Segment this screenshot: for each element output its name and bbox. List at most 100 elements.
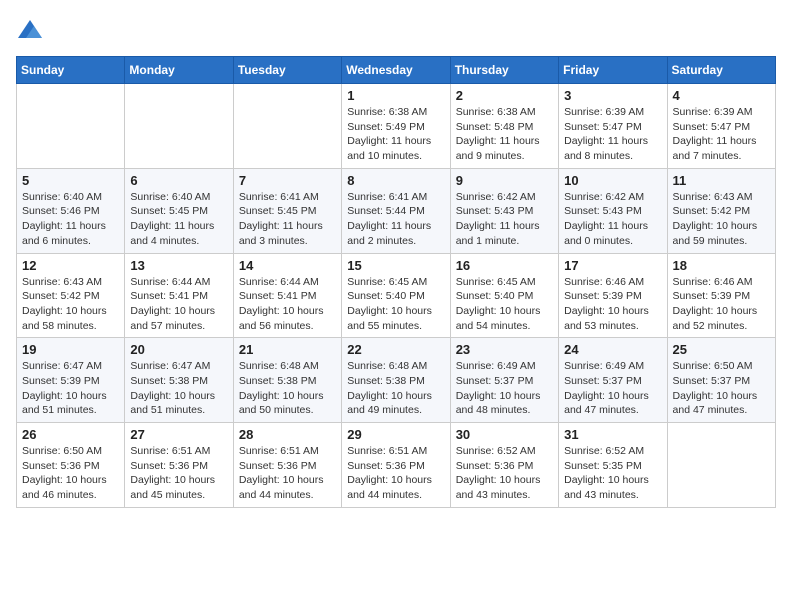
day-info: Sunrise: 6:48 AM Sunset: 5:38 PM Dayligh… <box>347 359 444 418</box>
calendar-cell: 5Sunrise: 6:40 AM Sunset: 5:46 PM Daylig… <box>17 168 125 253</box>
day-number: 2 <box>456 88 553 103</box>
calendar-cell: 29 Sunrise: 6:51 AM Sunset: 5:36 PM Dayli… <box>342 423 450 508</box>
day-number: 29 <box>347 427 444 442</box>
day-info: Sunrise: 6:51 AM Sunset: 5:36 PM Dayligh… <box>347 444 444 503</box>
day-info: Sunrise: 6:42 AM Sunset: 5:43 PM Dayligh… <box>456 190 553 249</box>
day-info: Sunrise: 6:38 AM Sunset: 5:48 PM Dayligh… <box>456 105 553 164</box>
logo-icon <box>16 16 44 44</box>
day-info: Sunrise: 6:47 AM Sunset: 5:39 PM Dayligh… <box>22 359 119 418</box>
calendar-cell: 17 Sunrise: 6:46 AM Sunset: 5:39 PM Dayli… <box>559 253 667 338</box>
day-number: 10 <box>564 173 661 188</box>
day-number: 1 <box>347 88 444 103</box>
day-number: 17 <box>564 258 661 273</box>
calendar-cell: 6Sunrise: 6:40 AM Sunset: 5:45 PM Daylig… <box>125 168 233 253</box>
calendar-cell: 13Sunrise: 6:44 AM Sunset: 5:41 PM Dayli… <box>125 253 233 338</box>
calendar-cell: 10 Sunrise: 6:42 AM Sunset: 5:43 PM Dayli… <box>559 168 667 253</box>
calendar-cell: 28 Sunrise: 6:51 AM Sunset: 5:36 PM Dayli… <box>233 423 341 508</box>
day-info: Sunrise: 6:38 AM Sunset: 5:49 PM Dayligh… <box>347 105 444 164</box>
calendar-table: SundayMondayTuesdayWednesdayThursdayFrid… <box>16 56 776 508</box>
day-number: 7 <box>239 173 336 188</box>
day-number: 8 <box>347 173 444 188</box>
day-number: 15 <box>347 258 444 273</box>
day-number: 3 <box>564 88 661 103</box>
calendar-cell <box>17 84 125 169</box>
calendar-cell: 2 Sunrise: 6:38 AM Sunset: 5:48 PM Daylig… <box>450 84 558 169</box>
calendar-cell: 22 Sunrise: 6:48 AM Sunset: 5:38 PM Dayli… <box>342 338 450 423</box>
calendar-cell: 18 Sunrise: 6:46 AM Sunset: 5:39 PM Dayli… <box>667 253 775 338</box>
day-number: 11 <box>673 173 770 188</box>
calendar-cell: 15 Sunrise: 6:45 AM Sunset: 5:40 PM Dayli… <box>342 253 450 338</box>
day-info: Sunrise: 6:49 AM Sunset: 5:37 PM Dayligh… <box>456 359 553 418</box>
calendar-week-3: 12Sunrise: 6:43 AM Sunset: 5:42 PM Dayli… <box>17 253 776 338</box>
day-info: Sunrise: 6:40 AM Sunset: 5:45 PM Dayligh… <box>130 190 227 249</box>
col-header-wednesday: Wednesday <box>342 57 450 84</box>
day-info: Sunrise: 6:49 AM Sunset: 5:37 PM Dayligh… <box>564 359 661 418</box>
calendar-cell: 16 Sunrise: 6:45 AM Sunset: 5:40 PM Dayli… <box>450 253 558 338</box>
day-info: Sunrise: 6:44 AM Sunset: 5:41 PM Dayligh… <box>130 275 227 334</box>
calendar-cell: 12Sunrise: 6:43 AM Sunset: 5:42 PM Dayli… <box>17 253 125 338</box>
day-number: 21 <box>239 342 336 357</box>
calendar-cell: 1 Sunrise: 6:38 AM Sunset: 5:49 PM Daylig… <box>342 84 450 169</box>
day-number: 25 <box>673 342 770 357</box>
calendar-cell: 19 Sunrise: 6:47 AM Sunset: 5:39 PM Dayli… <box>17 338 125 423</box>
calendar-header-row: SundayMondayTuesdayWednesdayThursdayFrid… <box>17 57 776 84</box>
day-number: 20 <box>130 342 227 357</box>
day-number: 22 <box>347 342 444 357</box>
page-header <box>16 16 776 44</box>
calendar-cell: 27 Sunrise: 6:51 AM Sunset: 5:36 PM Dayli… <box>125 423 233 508</box>
calendar-week-5: 26 Sunrise: 6:50 AM Sunset: 5:36 PM Dayli… <box>17 423 776 508</box>
day-number: 31 <box>564 427 661 442</box>
day-number: 26 <box>22 427 119 442</box>
calendar-cell: 3 Sunrise: 6:39 AM Sunset: 5:47 PM Daylig… <box>559 84 667 169</box>
day-info: Sunrise: 6:52 AM Sunset: 5:36 PM Dayligh… <box>456 444 553 503</box>
day-number: 30 <box>456 427 553 442</box>
day-number: 18 <box>673 258 770 273</box>
day-info: Sunrise: 6:39 AM Sunset: 5:47 PM Dayligh… <box>673 105 770 164</box>
day-info: Sunrise: 6:41 AM Sunset: 5:44 PM Dayligh… <box>347 190 444 249</box>
calendar-cell: 21Sunrise: 6:48 AM Sunset: 5:38 PM Dayli… <box>233 338 341 423</box>
calendar-cell <box>233 84 341 169</box>
calendar-cell <box>125 84 233 169</box>
col-header-friday: Friday <box>559 57 667 84</box>
day-info: Sunrise: 6:41 AM Sunset: 5:45 PM Dayligh… <box>239 190 336 249</box>
day-info: Sunrise: 6:42 AM Sunset: 5:43 PM Dayligh… <box>564 190 661 249</box>
day-number: 16 <box>456 258 553 273</box>
calendar-week-2: 5Sunrise: 6:40 AM Sunset: 5:46 PM Daylig… <box>17 168 776 253</box>
day-info: Sunrise: 6:44 AM Sunset: 5:41 PM Dayligh… <box>239 275 336 334</box>
day-info: Sunrise: 6:46 AM Sunset: 5:39 PM Dayligh… <box>564 275 661 334</box>
day-info: Sunrise: 6:43 AM Sunset: 5:42 PM Dayligh… <box>673 190 770 249</box>
calendar-cell: 30 Sunrise: 6:52 AM Sunset: 5:36 PM Dayli… <box>450 423 558 508</box>
col-header-monday: Monday <box>125 57 233 84</box>
day-number: 14 <box>239 258 336 273</box>
day-number: 28 <box>239 427 336 442</box>
day-info: Sunrise: 6:40 AM Sunset: 5:46 PM Dayligh… <box>22 190 119 249</box>
day-number: 4 <box>673 88 770 103</box>
day-info: Sunrise: 6:47 AM Sunset: 5:38 PM Dayligh… <box>130 359 227 418</box>
day-number: 23 <box>456 342 553 357</box>
calendar-cell: 31 Sunrise: 6:52 AM Sunset: 5:35 PM Dayli… <box>559 423 667 508</box>
day-info: Sunrise: 6:46 AM Sunset: 5:39 PM Dayligh… <box>673 275 770 334</box>
calendar-cell: 9Sunrise: 6:42 AM Sunset: 5:43 PM Daylig… <box>450 168 558 253</box>
calendar-cell: 23 Sunrise: 6:49 AM Sunset: 5:37 PM Dayli… <box>450 338 558 423</box>
logo <box>16 16 48 44</box>
day-info: Sunrise: 6:51 AM Sunset: 5:36 PM Dayligh… <box>130 444 227 503</box>
day-info: Sunrise: 6:45 AM Sunset: 5:40 PM Dayligh… <box>456 275 553 334</box>
calendar-cell: 8 Sunrise: 6:41 AM Sunset: 5:44 PM Daylig… <box>342 168 450 253</box>
calendar-cell <box>667 423 775 508</box>
calendar-cell: 7 Sunrise: 6:41 AM Sunset: 5:45 PM Daylig… <box>233 168 341 253</box>
day-info: Sunrise: 6:50 AM Sunset: 5:36 PM Dayligh… <box>22 444 119 503</box>
calendar-cell: 26 Sunrise: 6:50 AM Sunset: 5:36 PM Dayli… <box>17 423 125 508</box>
day-number: 27 <box>130 427 227 442</box>
calendar-cell: 24 Sunrise: 6:49 AM Sunset: 5:37 PM Dayli… <box>559 338 667 423</box>
day-info: Sunrise: 6:52 AM Sunset: 5:35 PM Dayligh… <box>564 444 661 503</box>
calendar-cell: 4 Sunrise: 6:39 AM Sunset: 5:47 PM Daylig… <box>667 84 775 169</box>
day-info: Sunrise: 6:45 AM Sunset: 5:40 PM Dayligh… <box>347 275 444 334</box>
day-number: 19 <box>22 342 119 357</box>
day-number: 12 <box>22 258 119 273</box>
day-info: Sunrise: 6:50 AM Sunset: 5:37 PM Dayligh… <box>673 359 770 418</box>
day-number: 24 <box>564 342 661 357</box>
day-info: Sunrise: 6:39 AM Sunset: 5:47 PM Dayligh… <box>564 105 661 164</box>
col-header-tuesday: Tuesday <box>233 57 341 84</box>
calendar-week-1: 1 Sunrise: 6:38 AM Sunset: 5:49 PM Daylig… <box>17 84 776 169</box>
day-info: Sunrise: 6:51 AM Sunset: 5:36 PM Dayligh… <box>239 444 336 503</box>
